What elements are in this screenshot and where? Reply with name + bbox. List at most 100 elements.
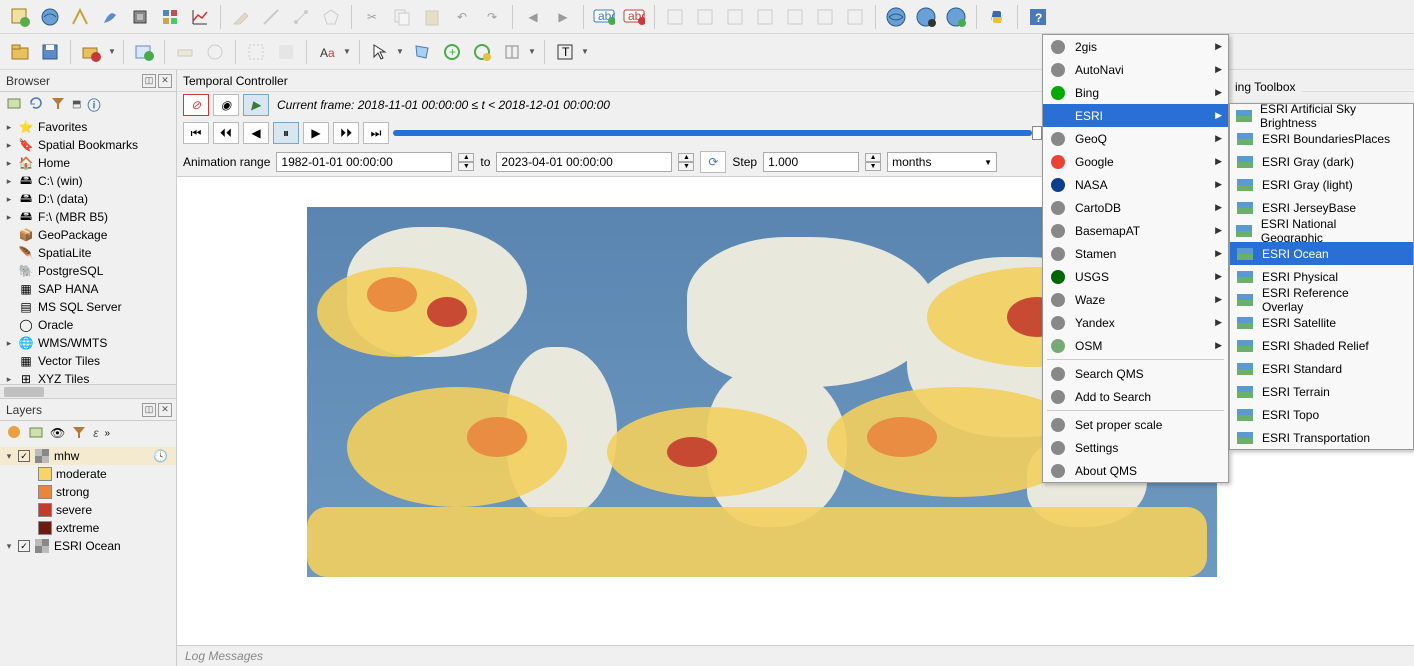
tool-globe-c-icon[interactable] xyxy=(942,3,970,31)
layer-mhw[interactable]: ▾✓mhw🕓 xyxy=(0,447,176,465)
browser-item-ms-sql-server[interactable]: ▤MS SQL Server xyxy=(0,298,176,316)
step-unit-select[interactable]: months▼ xyxy=(887,152,997,172)
log-label[interactable]: Log Messages xyxy=(185,649,263,663)
tool-globe-a-icon[interactable] xyxy=(882,3,910,31)
layer-checkbox[interactable]: ✓ xyxy=(18,450,30,462)
submenu-esri-transportation[interactable]: ESRI Transportation xyxy=(1230,426,1413,449)
menu-nasa[interactable]: NASA▶ xyxy=(1043,173,1228,196)
tool-m4-icon[interactable] xyxy=(751,3,779,31)
browser-refresh-icon[interactable] xyxy=(28,95,44,114)
play-forward-icon[interactable]: ▶ xyxy=(303,122,329,144)
tool-open-icon[interactable] xyxy=(6,38,34,66)
tool-copy-icon[interactable] xyxy=(388,3,416,31)
browser-item-spatial-bookmarks[interactable]: ▸🔖Spatial Bookmarks xyxy=(0,136,176,154)
layers-add-group-icon[interactable] xyxy=(28,424,44,443)
tool-add-ring-icon[interactable]: + xyxy=(438,38,466,66)
menu-yandex[interactable]: Yandex▶ xyxy=(1043,311,1228,334)
menu-waze[interactable]: Waze▶ xyxy=(1043,288,1228,311)
expand-icon[interactable]: ▸ xyxy=(4,158,14,169)
tool-chart-icon[interactable] xyxy=(186,3,214,31)
expand-icon[interactable]: ▸ xyxy=(4,122,14,133)
dropdown-arrow-icon[interactable]: ▼ xyxy=(581,47,591,56)
submenu-esri-boundariesplaces[interactable]: ESRI BoundariesPlaces xyxy=(1230,127,1413,150)
expand-icon[interactable]: ▸ xyxy=(4,194,14,205)
tool-label-add-icon[interactable]: abc xyxy=(590,3,618,31)
menu-set-proper-scale[interactable]: Set proper scale xyxy=(1043,413,1228,436)
temporal-fixed-icon[interactable]: ◉ xyxy=(213,94,239,116)
tool-save-icon[interactable] xyxy=(36,38,64,66)
forward-end-icon[interactable]: ⏭ xyxy=(363,122,389,144)
menu-about-qms[interactable]: About QMS xyxy=(1043,459,1228,482)
browser-add-icon[interactable] xyxy=(6,95,22,114)
browser-item-d-data-[interactable]: ▸🖴D:\ (data) xyxy=(0,190,176,208)
expand-icon[interactable]: ▸ xyxy=(4,212,14,223)
browser-item-oracle[interactable]: ◯Oracle xyxy=(0,316,176,334)
browser-item-wms-wmts[interactable]: ▸🌐WMS/WMTS xyxy=(0,334,176,352)
tool-layer-add-icon[interactable] xyxy=(77,38,105,66)
tool-deselect-icon[interactable] xyxy=(272,38,300,66)
browser-item-vector-tiles[interactable]: ▦Vector Tiles xyxy=(0,352,176,370)
submenu-esri-gray-dark-[interactable]: ESRI Gray (dark) xyxy=(1230,150,1413,173)
tool-open-project[interactable] xyxy=(36,3,64,31)
layers-filter-icon[interactable] xyxy=(71,424,87,443)
menu-osm[interactable]: OSM▶ xyxy=(1043,334,1228,357)
tool-line-icon[interactable] xyxy=(257,3,285,31)
tool-edit-poly-icon[interactable] xyxy=(408,38,436,66)
refresh-range-icon[interactable]: ⟳ xyxy=(700,151,726,173)
tool-grid-icon[interactable] xyxy=(156,3,184,31)
browser-hscrollbar[interactable] xyxy=(0,384,176,398)
tool-del-ring-icon[interactable] xyxy=(468,38,496,66)
tool-coord-icon[interactable] xyxy=(201,38,229,66)
browser-item-sap-hana[interactable]: ▦SAP HANA xyxy=(0,280,176,298)
menu-stamen[interactable]: Stamen▶ xyxy=(1043,242,1228,265)
submenu-esri-shaded-relief[interactable]: ESRI Shaded Relief xyxy=(1230,334,1413,357)
step-spinner[interactable]: ▲▼ xyxy=(865,153,881,171)
tool-split-icon[interactable] xyxy=(498,38,526,66)
browser-item-favorites[interactable]: ▸⭐Favorites xyxy=(0,118,176,136)
expand-icon[interactable]: ▸ xyxy=(4,176,14,187)
tool-new-project[interactable] xyxy=(6,3,34,31)
expand-icon[interactable]: ▸ xyxy=(4,140,14,151)
dropdown-arrow-icon[interactable]: ▼ xyxy=(343,47,353,56)
menu-esri[interactable]: ESRI▶ xyxy=(1043,104,1228,127)
rewind-start-icon[interactable]: ⏮ xyxy=(183,122,209,144)
submenu-esri-artificial-sky-brightness[interactable]: ESRI Artificial Sky Brightness xyxy=(1230,104,1413,127)
browser-filter-icon[interactable] xyxy=(50,95,66,114)
layers-expand-icon[interactable]: » xyxy=(105,428,111,439)
range-from-field[interactable]: 1982-01-01 00:00:00 xyxy=(276,152,452,172)
tool-select-arrow-icon[interactable] xyxy=(366,38,394,66)
menu-basemapat[interactable]: BasemapAT▶ xyxy=(1043,219,1228,242)
layers-close-icon[interactable]: ✕ xyxy=(158,403,172,417)
tool-help-icon[interactable]: ? xyxy=(1024,3,1052,31)
temporal-anim-icon[interactable]: ▶ xyxy=(243,94,269,116)
tool-layer-new-icon[interactable] xyxy=(130,38,158,66)
range-from-spinner[interactable]: ▲▼ xyxy=(458,153,474,171)
step-field[interactable]: 1.000 xyxy=(763,152,859,172)
menu-autonavi[interactable]: AutoNavi▶ xyxy=(1043,58,1228,81)
step-back-icon[interactable]: ⏴⏴ xyxy=(213,122,239,144)
range-to-field[interactable]: 2023-04-01 00:00:00 xyxy=(496,152,672,172)
expand-icon[interactable]: ▸ xyxy=(4,374,14,385)
menu-2gis[interactable]: 2gis▶ xyxy=(1043,35,1228,58)
tool-vector-icon[interactable] xyxy=(66,3,94,31)
tool-chip-icon[interactable] xyxy=(126,3,154,31)
tool-feather-icon[interactable] xyxy=(96,3,124,31)
submenu-esri-topo[interactable]: ESRI Topo xyxy=(1230,403,1413,426)
menu-cartodb[interactable]: CartoDB▶ xyxy=(1043,196,1228,219)
tool-text-attr-icon[interactable]: Aa xyxy=(313,38,341,66)
layers-expr-icon[interactable]: ε xyxy=(93,426,98,440)
temporal-disable-icon[interactable]: ⊘ xyxy=(183,94,209,116)
browser-item-c-win-[interactable]: ▸🖴C:\ (win) xyxy=(0,172,176,190)
tool-polygon-icon[interactable] xyxy=(317,3,345,31)
layer-esri-ocean[interactable]: ▾✓ESRI Ocean xyxy=(0,537,176,555)
tool-m3-icon[interactable] xyxy=(721,3,749,31)
tool-forward-icon[interactable]: ▶ xyxy=(549,3,577,31)
tool-paste-icon[interactable] xyxy=(418,3,446,31)
browser-item-spatialite[interactable]: 🪶SpatiaLite xyxy=(0,244,176,262)
tool-cut-icon[interactable]: ✂ xyxy=(358,3,386,31)
layers-dock-icon[interactable]: ◫ xyxy=(142,403,156,417)
range-to-spinner[interactable]: ▲▼ xyxy=(678,153,694,171)
browser-props-icon[interactable]: ⓘ xyxy=(87,95,100,114)
browser-item-postgresql[interactable]: 🐘PostgreSQL xyxy=(0,262,176,280)
menu-add-to-search[interactable]: Add to Search xyxy=(1043,385,1228,408)
